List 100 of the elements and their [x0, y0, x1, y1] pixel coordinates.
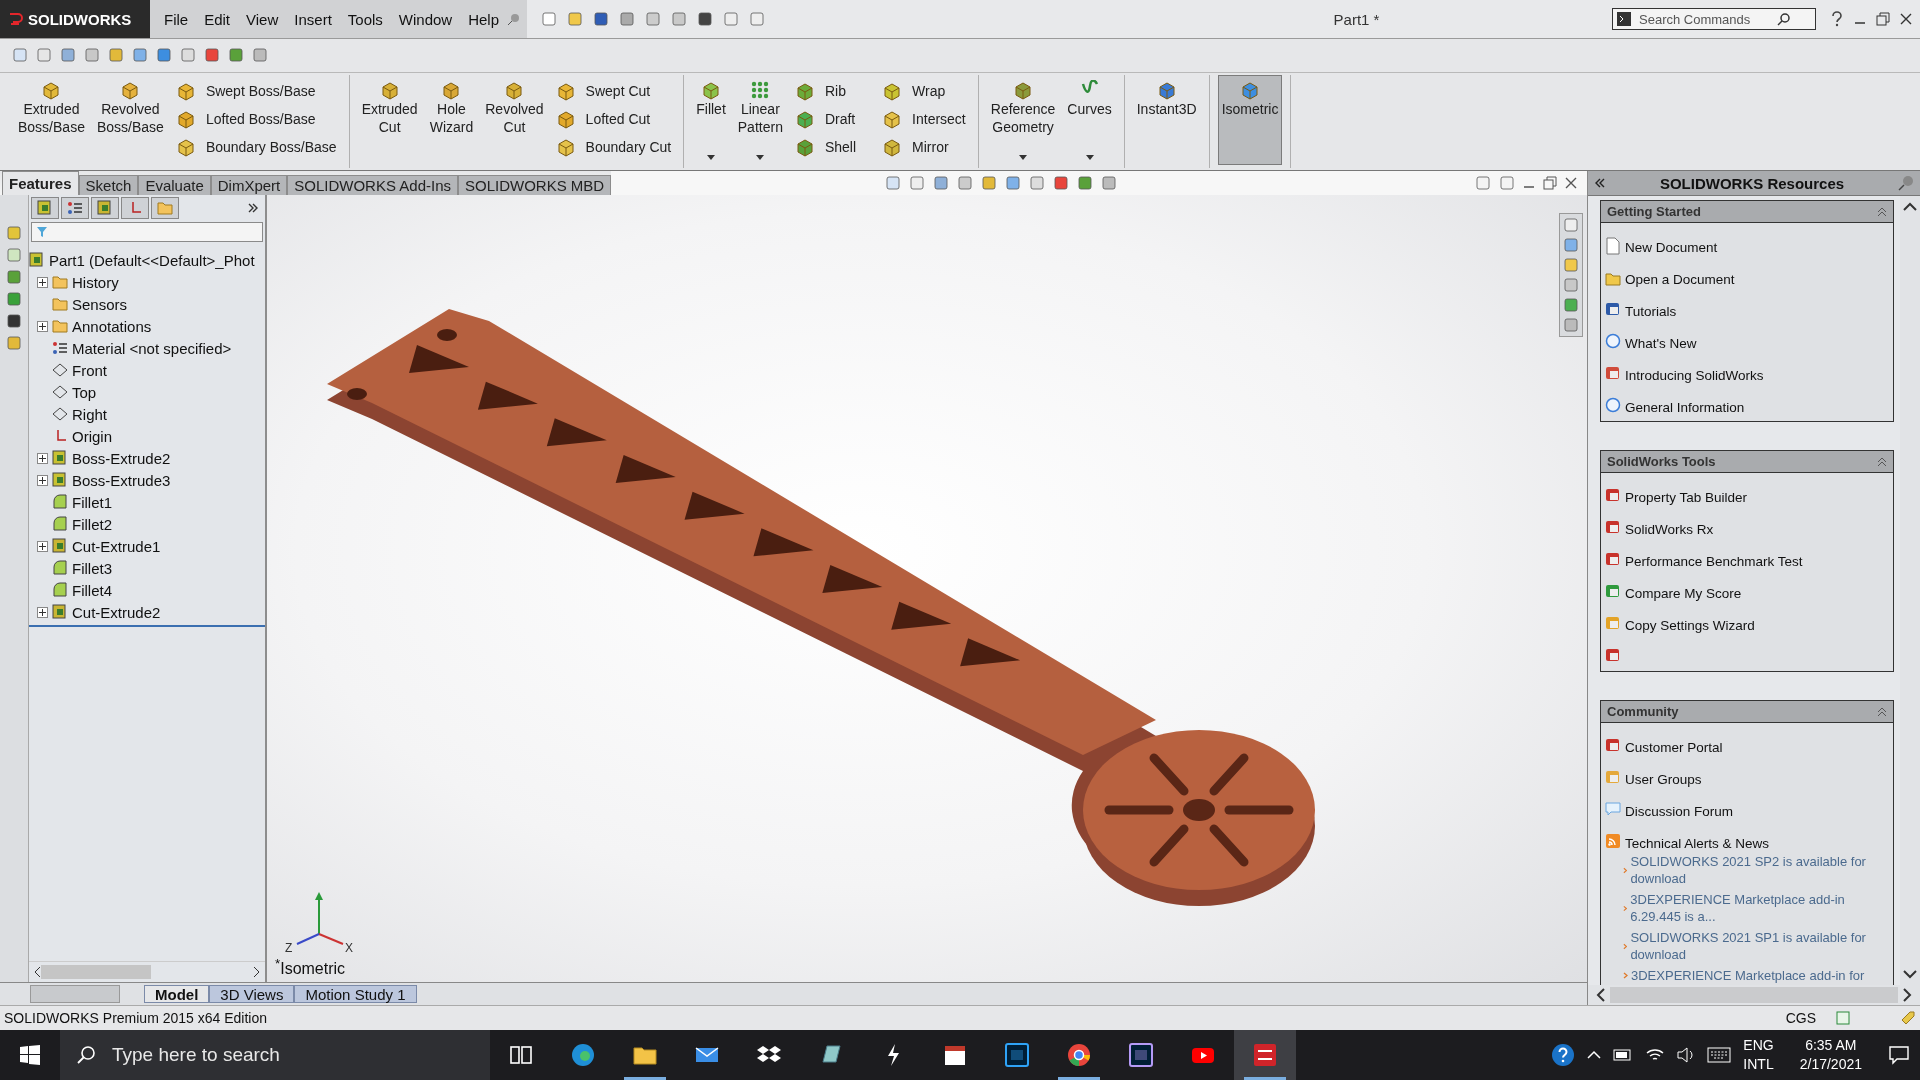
scroll-left-icon[interactable] [1596, 988, 1606, 1003]
tree-item[interactable]: Cut-Extrude2 [72, 603, 161, 621]
command-tab[interactable]: SOLIDWORKS Add-Ins [287, 175, 458, 196]
news-link[interactable]: SOLIDWORKS 2021 SP1 is available for download [1601, 927, 1893, 966]
battery-icon[interactable] [1613, 1049, 1634, 1061]
scrollbar-thumb[interactable] [41, 965, 151, 980]
notification-icon[interactable] [1888, 1045, 1910, 1065]
close-icon[interactable] [1900, 13, 1912, 25]
collapse-icon[interactable] [1594, 177, 1606, 190]
ribbon-button[interactable]: Intersect [878, 104, 970, 133]
ribbon-button[interactable]: Fillet [692, 74, 730, 165]
menu-item[interactable]: Insert [286, 10, 340, 28]
wifi-icon[interactable] [1645, 1047, 1666, 1063]
command-tab[interactable]: DimXpert [210, 175, 288, 196]
menu-item[interactable]: Edit [196, 10, 239, 28]
help-icon[interactable] [1551, 1043, 1576, 1067]
collapse-icon[interactable] [1877, 706, 1887, 717]
collapse-icon[interactable] [1877, 456, 1887, 467]
ribbon-button[interactable]: Draft [790, 104, 861, 133]
expand-toggle[interactable] [37, 276, 48, 288]
filter-icon[interactable] [36, 226, 48, 239]
restore-icon[interactable] [1543, 176, 1557, 191]
taskbar-search-box[interactable]: Type here to search [60, 1030, 490, 1080]
expand-toggle[interactable] [37, 452, 48, 464]
menu-item[interactable]: Tools [339, 10, 391, 28]
tag-icon[interactable] [1900, 1010, 1916, 1027]
caret-icon[interactable] [1085, 154, 1094, 160]
expand-toggle[interactable] [37, 540, 48, 552]
ribbon-button[interactable]: Boundary Boss/Base [171, 132, 341, 161]
collapse-icon[interactable] [1877, 206, 1887, 217]
ribbon-button[interactable]: Rib [790, 76, 861, 105]
ribbon-button[interactable]: Lofted Cut [551, 104, 676, 133]
ribbon-button[interactable]: Hole Wizard [425, 74, 478, 165]
tree-item[interactable]: History [72, 273, 119, 291]
resource-link[interactable]: SolidWorks Rx [1601, 505, 1893, 538]
tree-item[interactable]: Right [72, 405, 108, 423]
resource-link[interactable]: Customer Portal [1601, 723, 1893, 756]
resource-link[interactable]: Introducing SolidWorks [1601, 351, 1893, 384]
resource-link[interactable]: Discussion Forum [1601, 787, 1893, 820]
resource-link[interactable]: New Document [1601, 223, 1893, 256]
ribbon-button[interactable]: Lofted Boss/Base [171, 104, 341, 133]
help-icon[interactable] [1830, 11, 1844, 27]
command-tab[interactable]: SOLIDWORKS MBD [458, 175, 612, 196]
resource-link[interactable]: General Information [1601, 383, 1893, 416]
tree-item[interactable]: Material <not specified> [72, 339, 232, 357]
keyboard-icon[interactable] [1707, 1047, 1732, 1063]
ribbon-button[interactable]: Swept Cut [551, 76, 676, 105]
display-tab[interactable] [151, 197, 179, 220]
tree-item[interactable]: Fillet1 [72, 493, 112, 511]
resource-link[interactable]: Tutorials [1601, 287, 1893, 320]
scroll-right-icon[interactable] [253, 966, 261, 979]
ribbon-button[interactable]: Boundary Cut [551, 132, 676, 161]
ribbon-button[interactable]: Extruded Cut [357, 74, 422, 165]
ribbon-button[interactable]: Swept Boss/Base [171, 76, 341, 105]
tree-item[interactable]: Cut-Extrude1 [72, 537, 161, 555]
ribbon-button[interactable]: Isometric [1217, 74, 1283, 165]
search-field[interactable]: Search Commands [1637, 10, 1771, 28]
resource-link[interactable]: Copy Settings Wizard [1601, 601, 1893, 634]
close-icon[interactable] [1565, 177, 1577, 190]
resource-link[interactable]: Performance Benchmark Test [1601, 537, 1893, 570]
dimxpert-tab[interactable] [121, 197, 149, 220]
search-box[interactable]: Search Commands [1612, 8, 1816, 30]
ribbon-button[interactable]: Instant3D [1132, 74, 1201, 165]
resource-link[interactable]: Property Tab Builder [1601, 473, 1893, 506]
command-tab[interactable]: Evaluate [138, 175, 211, 196]
expand-toggle[interactable] [37, 320, 48, 332]
expand-toggle[interactable] [37, 606, 48, 618]
ribbon-button[interactable]: Revolved Cut [481, 74, 548, 165]
ribbon-button[interactable]: Curves [1063, 74, 1116, 165]
tree-item[interactable]: Fillet3 [72, 559, 112, 577]
tree-item[interactable]: Annotations [72, 317, 152, 335]
tree-item[interactable]: Top [72, 383, 97, 401]
tab-scroll-arrows[interactable] [30, 985, 120, 1004]
resource-link[interactable]: What's New [1601, 319, 1893, 352]
bottom-tab[interactable]: Model [144, 985, 210, 1004]
tree-item[interactable]: Fillet4 [72, 581, 112, 599]
command-tab[interactable]: Features [2, 171, 79, 196]
feature-tab[interactable] [31, 197, 59, 220]
news-link[interactable]: SOLIDWORKS 2021 SP2 is available for download [1601, 851, 1893, 890]
tree-item[interactable]: Sensors [72, 295, 128, 313]
restore-icon[interactable] [1876, 12, 1890, 26]
ribbon-button[interactable]: Wrap [878, 76, 970, 105]
menu-item[interactable]: File [156, 10, 197, 28]
chevron-up-icon[interactable] [1587, 1050, 1602, 1060]
resource-link[interactable]: User Groups [1601, 755, 1893, 788]
caret-icon[interactable] [1019, 154, 1028, 160]
command-tab[interactable]: Sketch [78, 175, 139, 196]
ribbon-button[interactable]: Shell [790, 132, 861, 161]
news-link[interactable]: 3DEXPERIENCE Marketplace add-in for [1601, 965, 1893, 986]
menu-item[interactable]: View [238, 10, 287, 28]
ribbon-button[interactable]: Revolved Boss/Base [92, 74, 168, 165]
bottom-tab[interactable]: 3D Views [209, 985, 295, 1004]
unit-system[interactable]: CGS [1785, 1010, 1816, 1027]
bottom-tab[interactable]: Motion Study 1 [294, 985, 417, 1004]
menu-item[interactable]: Help [460, 10, 508, 28]
clock[interactable]: 6:35 AM 2/17/2021 [1799, 1036, 1862, 1074]
config-tab[interactable] [91, 197, 119, 220]
ribbon-button[interactable]: Extruded Boss/Base [14, 74, 89, 165]
volume-icon[interactable] [1677, 1047, 1696, 1063]
tree-item[interactable]: Boss-Extrude3 [72, 471, 171, 489]
